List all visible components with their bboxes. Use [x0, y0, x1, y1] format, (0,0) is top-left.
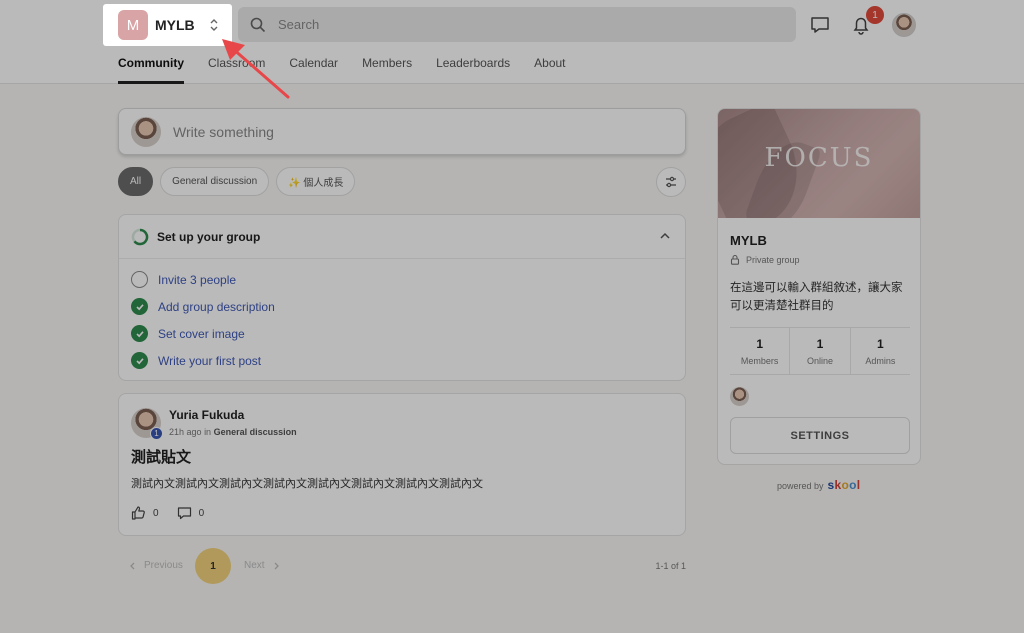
- group-stats: 1 Members 1 Online 1 Admins: [730, 327, 910, 375]
- tab-members[interactable]: Members: [362, 56, 412, 84]
- setup-item-first-post[interactable]: Write your first post: [119, 347, 685, 374]
- setup-item-description[interactable]: Add group description: [119, 293, 685, 320]
- setup-title: Set up your group: [157, 229, 261, 244]
- setup-item-cover[interactable]: Set cover image: [119, 320, 685, 347]
- powered-by: powered by skool: [777, 478, 860, 492]
- group-cover-image: FOCUS: [718, 109, 920, 218]
- filter-general-discussion[interactable]: General discussion: [160, 167, 270, 196]
- post-time: 21h ago: [169, 427, 202, 437]
- setup-header[interactable]: Set up your group: [119, 215, 685, 259]
- stat-online[interactable]: 1 Online: [790, 328, 851, 374]
- post-subline: 21h ago in General discussion: [169, 427, 297, 437]
- thumbs-up-icon[interactable]: [131, 506, 146, 520]
- previous-button[interactable]: Previous: [128, 560, 183, 571]
- like-count: 0: [153, 507, 159, 519]
- checkmark-icon: [131, 298, 148, 315]
- filter-settings-button[interactable]: [656, 167, 686, 197]
- setup-item-invite[interactable]: Invite 3 people: [119, 266, 685, 293]
- group-avatar: M: [118, 10, 148, 40]
- tab-about[interactable]: About: [534, 56, 565, 84]
- stat-number: 1: [876, 337, 884, 351]
- group-info-card: FOCUS MYLB Private group 在這邊可以輸入群組敘述，讓大家…: [717, 108, 921, 465]
- tab-leaderboards[interactable]: Leaderboards: [436, 56, 510, 84]
- post-body: 測試內文測試內文測試內文測試內文測試內文測試內文測試內文測試內文: [131, 478, 483, 490]
- privacy-text: Private group: [746, 254, 800, 265]
- pointer-arrow-icon: [222, 39, 290, 99]
- stat-label: Members: [740, 356, 779, 366]
- stat-members[interactable]: 1 Members: [730, 328, 791, 374]
- setup-link[interactable]: Add group description: [158, 300, 275, 314]
- cover-text: FOCUS: [764, 143, 874, 173]
- page-range: 1-1 of 1: [655, 561, 686, 571]
- stat-number: 1: [756, 337, 763, 351]
- pagination: Previous 1 Next 1-1 of 1: [118, 548, 686, 584]
- skool-logo[interactable]: skool: [828, 478, 861, 492]
- avatar: [131, 116, 161, 147]
- next-label: Next: [244, 560, 265, 571]
- filter-all[interactable]: All: [118, 167, 154, 196]
- category-filters: All General discussion ✨ 個人成長: [118, 167, 362, 196]
- chevron-left-icon: [130, 562, 135, 569]
- post-header: 1 Yuria Fukuda 21h ago in General discus…: [131, 408, 297, 440]
- chevron-up-down-icon: [210, 19, 218, 31]
- level-badge: 1: [150, 427, 163, 440]
- filter-personal-growth[interactable]: ✨ 個人成長: [276, 167, 356, 196]
- setup-group-card: Set up your group Invite 3 people Add gr…: [118, 214, 686, 381]
- search-bar[interactable]: [238, 7, 796, 42]
- checkmark-icon: [131, 325, 148, 342]
- author-name[interactable]: Yuria Fukuda: [169, 408, 297, 422]
- nav-tabs: Community Classroom Calendar Members Lea…: [118, 56, 590, 84]
- setup-link[interactable]: Write your first post: [158, 354, 261, 368]
- post-title: 測試貼文: [131, 449, 192, 466]
- stat-label: Admins: [865, 356, 896, 366]
- group-name: MYLB: [730, 233, 767, 248]
- setup-link[interactable]: Set cover image: [158, 327, 245, 341]
- powered-text: powered by: [777, 481, 824, 491]
- group-switcher-name: MYLB: [155, 17, 195, 33]
- stat-admins[interactable]: 1 Admins: [851, 328, 910, 374]
- comment-count: 0: [198, 507, 205, 519]
- post-in: in: [204, 427, 212, 437]
- tab-community[interactable]: Community: [118, 56, 184, 84]
- stat-label: Online: [806, 356, 833, 366]
- checkmark-icon: [131, 352, 148, 369]
- tab-calendar[interactable]: Calendar: [289, 56, 338, 84]
- post-actions: 0 0: [131, 506, 222, 520]
- search-icon: [250, 17, 266, 32]
- page-1-button[interactable]: 1: [195, 548, 231, 584]
- comment-icon[interactable]: [177, 506, 192, 520]
- post-composer[interactable]: Write something: [118, 108, 686, 155]
- group-switcher[interactable]: M MYLB: [103, 4, 232, 46]
- notification-badge: 1: [866, 6, 884, 24]
- progress-ring-icon: [131, 228, 149, 245]
- member-avatar[interactable]: [730, 387, 749, 406]
- sliders-icon: [666, 176, 676, 188]
- chevron-right-icon: [274, 562, 279, 569]
- group-description: 在這邊可以輸入群組敘述，讓大家可以更清楚社群目的: [730, 282, 903, 312]
- lock-icon: [730, 254, 740, 265]
- privacy-label: Private group: [730, 254, 800, 265]
- post-category[interactable]: General discussion: [214, 427, 297, 437]
- user-avatar[interactable]: [892, 13, 916, 37]
- composer-placeholder: Write something: [173, 123, 274, 140]
- previous-label: Previous: [144, 560, 183, 571]
- post-card[interactable]: 1 Yuria Fukuda 21h ago in General discus…: [118, 393, 686, 536]
- next-button[interactable]: Next: [244, 560, 281, 571]
- chat-icon[interactable]: [809, 14, 831, 36]
- stat-number: 1: [816, 337, 824, 351]
- post-meta: Yuria Fukuda 21h ago in General discussi…: [169, 408, 297, 438]
- chevron-up-icon[interactable]: [659, 231, 671, 241]
- settings-button[interactable]: SETTINGS: [730, 417, 910, 454]
- author-avatar[interactable]: 1: [131, 408, 163, 440]
- setup-checklist: Invite 3 people Add group description Se…: [119, 259, 685, 374]
- unchecked-circle-icon: [131, 271, 148, 288]
- setup-link[interactable]: Invite 3 people: [158, 273, 236, 287]
- search-input[interactable]: [278, 17, 758, 32]
